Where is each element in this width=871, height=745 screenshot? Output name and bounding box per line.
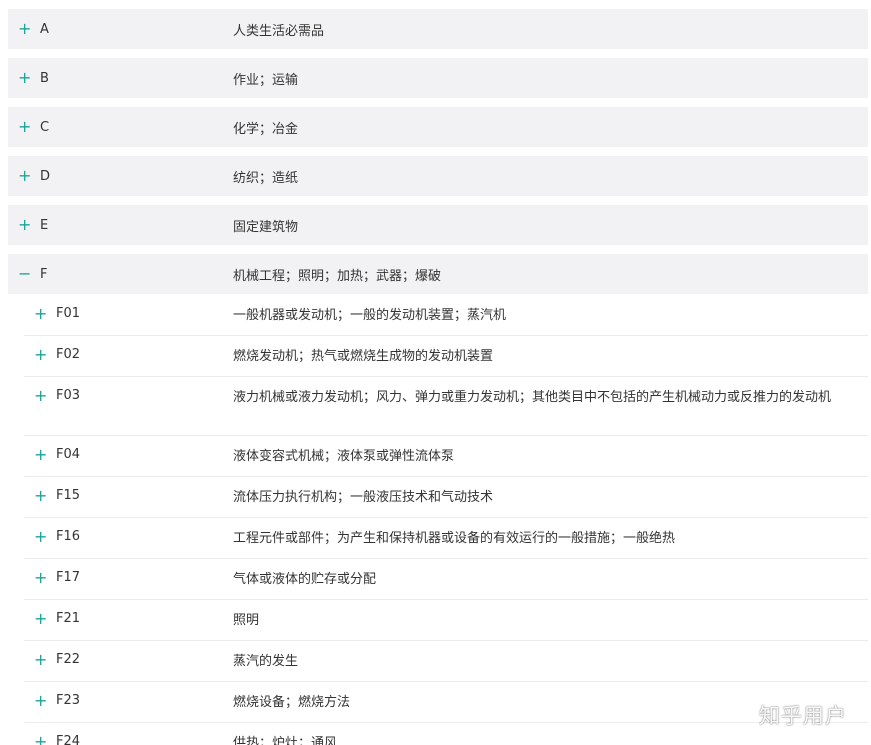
expand-icon[interactable]: + (18, 217, 31, 233)
subclass-code: F24 (56, 734, 81, 745)
section-title: 化学；冶金 (233, 121, 299, 137)
classification-page: + A 人类生活必需品 + B 作业；运输 + C 化学；冶金 + D 纺织；造… (0, 0, 871, 745)
expand-icon[interactable]: + (34, 488, 47, 504)
section-row-f[interactable]: − F 机械工程；照明；加热；武器；爆破 (8, 254, 868, 294)
section-row-d[interactable]: + D 纺织；造纸 (8, 156, 868, 196)
section-code: E (40, 217, 49, 233)
subclass-code: F17 (56, 570, 81, 585)
collapse-icon[interactable]: − (18, 266, 31, 282)
section-list: + A 人类生活必需品 + B 作业；运输 + C 化学；冶金 + D 纺织；造… (8, 9, 868, 303)
subclass-code: F01 (56, 306, 81, 321)
section-title: 固定建筑物 (233, 219, 299, 235)
subclass-title: 液力机械或液力发动机；风力、弹力或重力发动机；其他类目中不包括的产生机械动力或反… (233, 390, 832, 405)
section-title: 纺织；造纸 (233, 170, 299, 186)
subclass-row-f24[interactable]: + F24 供热；炉灶；通风 (24, 723, 868, 745)
subclass-row-f04[interactable]: + F04 液体变容式机械；液体泵或弹性流体泵 (24, 436, 868, 477)
subclass-code: F15 (56, 488, 81, 503)
subclass-title: 流体压力执行机构；一般液压技术和气动技术 (233, 490, 494, 505)
section-code: C (40, 119, 50, 135)
expand-icon[interactable]: + (34, 570, 47, 586)
section-row-a[interactable]: + A 人类生活必需品 (8, 9, 868, 49)
subclass-title: 一般机器或发动机；一般的发动机装置；蒸汽机 (233, 308, 507, 323)
subclass-row-f21[interactable]: + F21 照明 (24, 600, 868, 641)
section-code: D (40, 168, 51, 184)
subclass-title: 气体或液体的贮存或分配 (233, 572, 377, 587)
subclass-row-f16[interactable]: + F16 工程元件或部件；为产生和保持机器或设备的有效运行的一般措施；一般绝热 (24, 518, 868, 559)
subclass-code: F21 (56, 611, 81, 626)
expand-icon[interactable]: + (34, 306, 47, 322)
subclass-code: F02 (56, 347, 81, 362)
expand-icon[interactable]: + (34, 611, 47, 627)
expand-icon[interactable]: + (18, 21, 31, 37)
expand-icon[interactable]: + (34, 652, 47, 668)
subclass-title: 工程元件或部件；为产生和保持机器或设备的有效运行的一般措施；一般绝热 (233, 531, 676, 546)
section-row-c[interactable]: + C 化学；冶金 (8, 107, 868, 147)
subclass-code: F16 (56, 529, 81, 544)
subclass-row-f03[interactable]: + F03 液力机械或液力发动机；风力、弹力或重力发动机；其他类目中不包括的产生… (24, 377, 868, 436)
subclass-row-f17[interactable]: + F17 气体或液体的贮存或分配 (24, 559, 868, 600)
subclass-row-f15[interactable]: + F15 流体压力执行机构；一般液压技术和气动技术 (24, 477, 868, 518)
subclass-title: 照明 (233, 613, 260, 628)
expand-icon[interactable]: + (34, 734, 47, 745)
subclass-row-f23[interactable]: + F23 燃烧设备；燃烧方法 (24, 682, 868, 723)
expand-icon[interactable]: + (34, 447, 47, 463)
section-code: B (40, 70, 49, 86)
expand-icon[interactable]: + (34, 388, 47, 404)
expand-icon[interactable]: + (18, 168, 31, 184)
expand-icon[interactable]: + (34, 693, 47, 709)
section-title: 作业；运输 (233, 72, 299, 88)
section-code: F (40, 266, 48, 282)
section-title: 人类生活必需品 (233, 23, 325, 39)
expand-icon[interactable]: + (34, 347, 47, 363)
subclass-row-f22[interactable]: + F22 蒸汽的发生 (24, 641, 868, 682)
section-row-e[interactable]: + E 固定建筑物 (8, 205, 868, 245)
subclass-row-f01[interactable]: + F01 一般机器或发动机；一般的发动机装置；蒸汽机 (24, 295, 868, 336)
subclass-title: 供热；炉灶；通风 (233, 736, 338, 745)
expand-icon[interactable]: + (18, 70, 31, 86)
subclass-title: 液体变容式机械；液体泵或弹性流体泵 (233, 449, 455, 464)
expand-icon[interactable]: + (18, 119, 31, 135)
subclass-code: F22 (56, 652, 81, 667)
subclass-title: 蒸汽的发生 (233, 654, 299, 669)
subclass-code: F04 (56, 447, 81, 462)
expand-icon[interactable]: + (34, 529, 47, 545)
section-title: 机械工程；照明；加热；武器；爆破 (233, 268, 442, 284)
subclass-code: F03 (56, 388, 81, 403)
watermark: 知乎用户 (759, 704, 847, 728)
section-code: A (40, 21, 49, 37)
subclass-row-f02[interactable]: + F02 燃烧发动机；热气或燃烧生成物的发动机装置 (24, 336, 868, 377)
subclass-title: 燃烧发动机；热气或燃烧生成物的发动机装置 (233, 349, 494, 364)
subclass-code: F23 (56, 693, 81, 708)
section-row-b[interactable]: + B 作业；运输 (8, 58, 868, 98)
subclass-list: + F01 一般机器或发动机；一般的发动机装置；蒸汽机 + F02 燃烧发动机；… (24, 295, 868, 745)
